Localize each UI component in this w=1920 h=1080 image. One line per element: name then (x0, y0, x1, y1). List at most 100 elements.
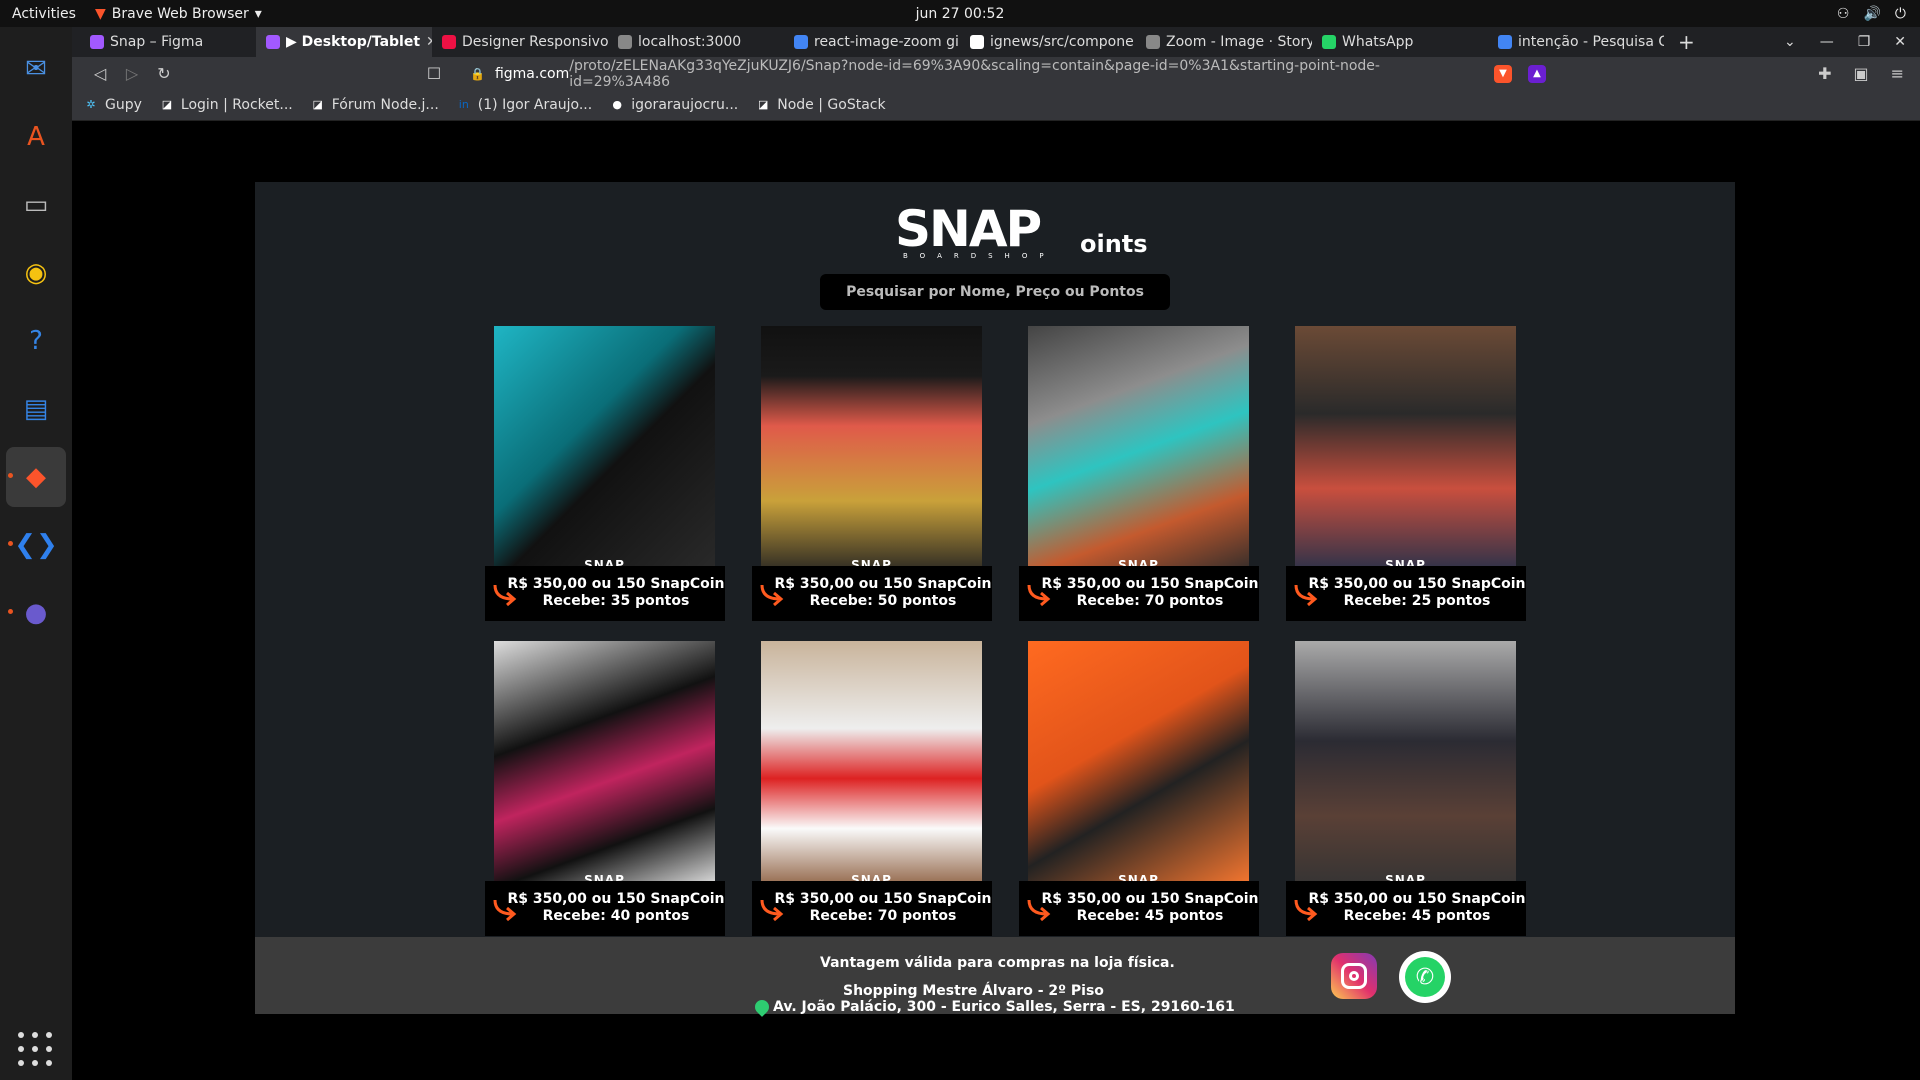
brave-shields-icon[interactable]: ▼ (1494, 64, 1512, 83)
product-price: R$ 350,00 ou 150 SnapCoin (774, 576, 992, 592)
browser-tab[interactable]: Snap – Figma (80, 27, 256, 57)
address-bar[interactable]: 🔒 figma.com /proto/zELENaAKg33qYeZjuKUZJ… (462, 58, 1480, 90)
product-image[interactable]: SNAP (494, 326, 715, 576)
search-input[interactable]: Pesquisar por Nome, Preço ou Pontos (820, 274, 1170, 310)
bookmark-favicon-icon: ◪ (161, 98, 173, 111)
browser-tab[interactable]: localhost:3000 (608, 27, 784, 57)
close-window-icon[interactable]: ✕ (1894, 34, 1906, 50)
restore-icon[interactable]: ❐ (1858, 34, 1871, 50)
product-image[interactable]: SNAP (761, 641, 982, 891)
minimize-icon[interactable]: — (1820, 34, 1834, 50)
whatsapp-icon[interactable]: ✆ (1399, 951, 1451, 1003)
tab-search-icon[interactable]: ⌄ (1784, 34, 1796, 50)
bookmark-page-icon[interactable]: ☐ (418, 64, 450, 83)
lock-icon: 🔒 (470, 66, 485, 81)
product-price: R$ 350,00 ou 150 SnapCoin (507, 891, 725, 907)
curved-arrow-icon (493, 899, 517, 922)
bookmark-item[interactable]: in (1) Igor Araujo... (457, 97, 592, 113)
thunderbird-icon: ✉ (25, 54, 47, 84)
app-menu-label: Brave Web Browser (111, 5, 249, 22)
product-image[interactable]: SNAP (494, 641, 715, 891)
tab-favicon-icon (618, 35, 632, 49)
curved-arrow-icon (1027, 899, 1051, 922)
bookmark-item[interactable]: ◪ Login | Rocket... (160, 97, 293, 113)
tab-title: localhost:3000 (638, 34, 742, 50)
product-price: R$ 350,00 ou 150 SnapCoin (507, 576, 725, 592)
window-controls: ⌄ — ❐ ✕ (1784, 34, 1920, 50)
dock-files[interactable]: ▭ (6, 175, 66, 235)
dock-writer[interactable]: ▤ (6, 379, 66, 439)
tab-favicon-icon (1498, 35, 1512, 49)
browser-tab[interactable]: WhatsApp (1312, 27, 1488, 57)
tab-favicon-icon (90, 35, 104, 49)
new-tab-button[interactable]: + (1664, 30, 1709, 54)
footer-note: Vantagem válida para compras na loja fís… (820, 955, 1175, 971)
app-menu[interactable]: ▼ Brave Web Browser ▾ (95, 6, 262, 22)
bookmark-item[interactable]: ◪ Node | GoStack (756, 97, 886, 113)
footer: Vantagem válida para compras na loja fís… (255, 937, 1735, 1017)
product-image[interactable]: SNAP (1295, 641, 1516, 891)
product-card[interactable]: SNAP R$ 350,00 ou 150 SnapCoin Recebe: 70 … (752, 641, 992, 939)
dock-help[interactable]: ? (6, 311, 66, 371)
product-points: Recebe: 25 pontos (1343, 593, 1491, 609)
product-image[interactable]: SNAP (1295, 326, 1516, 576)
back-icon[interactable]: ◁ (84, 64, 116, 83)
forward-icon[interactable]: ▷ (116, 64, 148, 83)
bookmark-favicon-icon: ● (612, 98, 623, 111)
brave-rewards-icon[interactable]: ▲ (1528, 64, 1546, 83)
footer-location: Shopping Mestre Álvaro - 2º Piso (843, 983, 1104, 999)
snappoints-logo: SNAP oints BOARDSHOP (895, 200, 1155, 268)
product-card[interactable]: SNAP R$ 350,00 ou 150 SnapCoin Recebe: 45 … (1019, 641, 1259, 939)
brave-extensions: ▼ ▲ (1494, 64, 1546, 83)
toolbar-right: ✚ ▣ ≡ (1818, 64, 1920, 83)
wallet-icon[interactable]: ▣ (1853, 64, 1868, 83)
writer-icon: ▤ (23, 394, 49, 424)
product-card[interactable]: SNAP R$ 350,00 ou 150 SnapCoin Recebe: 70 … (1019, 326, 1259, 624)
dock-rhythmbox[interactable]: ◉ (6, 243, 66, 303)
bookmark-label: Gupy (105, 97, 142, 113)
bookmarks-bar: ✲ Gupy ◪ Login | Rocket... ◪ Fórum Node.j... i… (72, 90, 1920, 121)
dock-software[interactable]: A (6, 107, 66, 167)
curved-arrow-icon (1294, 899, 1318, 922)
logo-suffix: oints (1080, 230, 1148, 258)
bookmark-favicon-icon: ◪ (758, 98, 769, 111)
bookmark-item[interactable]: ◪ Fórum Node.j... (311, 97, 439, 113)
activities-button[interactable]: Activities (0, 6, 95, 22)
reload-icon[interactable]: ↻ (148, 64, 180, 83)
clock[interactable]: jun 27 00:52 (916, 6, 1005, 22)
product-card[interactable]: SNAP R$ 350,00 ou 150 SnapCoin Recebe: 40 … (485, 641, 725, 939)
extensions-icon[interactable]: ✚ (1818, 64, 1831, 83)
product-card[interactable]: SNAP R$ 350,00 ou 150 SnapCoin Recebe: 35 … (485, 326, 725, 624)
dock-thunderbird[interactable]: ✉ (6, 39, 66, 99)
product-price: R$ 350,00 ou 150 SnapCoin (1041, 576, 1259, 592)
browser-toolbar: ◁ ▷ ↻ ☐ 🔒 figma.com /proto/zELENaAKg33qY… (72, 57, 1920, 90)
product-image[interactable]: SNAP (1028, 326, 1249, 576)
product-image[interactable]: SNAP (1028, 641, 1249, 891)
software-store-icon: A (27, 122, 45, 152)
dock-eclipse[interactable]: ● (6, 583, 66, 643)
product-card[interactable]: SNAP R$ 350,00 ou 150 SnapCoin Recebe: 50 … (752, 326, 992, 624)
browser-tab[interactable]: Zoom - Image · Story (1136, 27, 1312, 57)
product-points: Recebe: 50 pontos (809, 593, 957, 609)
browser-tab[interactable]: ignews/src/compone (960, 27, 1136, 57)
product-card[interactable]: SNAP R$ 350,00 ou 150 SnapCoin Recebe: 45 … (1286, 641, 1526, 939)
bookmark-item[interactable]: ● igoraraujocru... (610, 97, 738, 113)
bookmark-label: Fórum Node.j... (331, 97, 439, 113)
bookmark-item[interactable]: ✲ Gupy (84, 97, 142, 113)
system-top-bar: Activities ▼ Brave Web Browser ▾ jun 27 … (0, 0, 1920, 27)
dock-brave[interactable]: ◆ (6, 447, 66, 507)
show-apps-icon[interactable] (18, 1032, 54, 1068)
dock-vscode[interactable]: ❮❯ (6, 515, 66, 575)
browser-tab[interactable]: react-image-zoom gi (784, 27, 960, 57)
product-card[interactable]: SNAP R$ 350,00 ou 150 SnapCoin Recebe: 25 … (1286, 326, 1526, 624)
tab-favicon-icon (794, 35, 808, 49)
browser-tab[interactable]: intenção - Pesquisa G (1488, 27, 1664, 57)
browser-tab[interactable]: ▶ Desktop/Tablet ✕ (256, 27, 432, 57)
browser-tab[interactable]: Designer Responsivo (432, 27, 608, 57)
product-image[interactable]: SNAP (761, 326, 982, 576)
menu-icon[interactable]: ≡ (1891, 64, 1904, 83)
system-tray[interactable]: ⚇ 🔊 ⏻ (1837, 6, 1906, 22)
tab-strip: Snap – Figma ▶ Desktop/Tablet ✕ Designer Re… (72, 27, 1920, 57)
instagram-icon[interactable] (1331, 953, 1377, 999)
tab-favicon-icon (970, 35, 984, 49)
